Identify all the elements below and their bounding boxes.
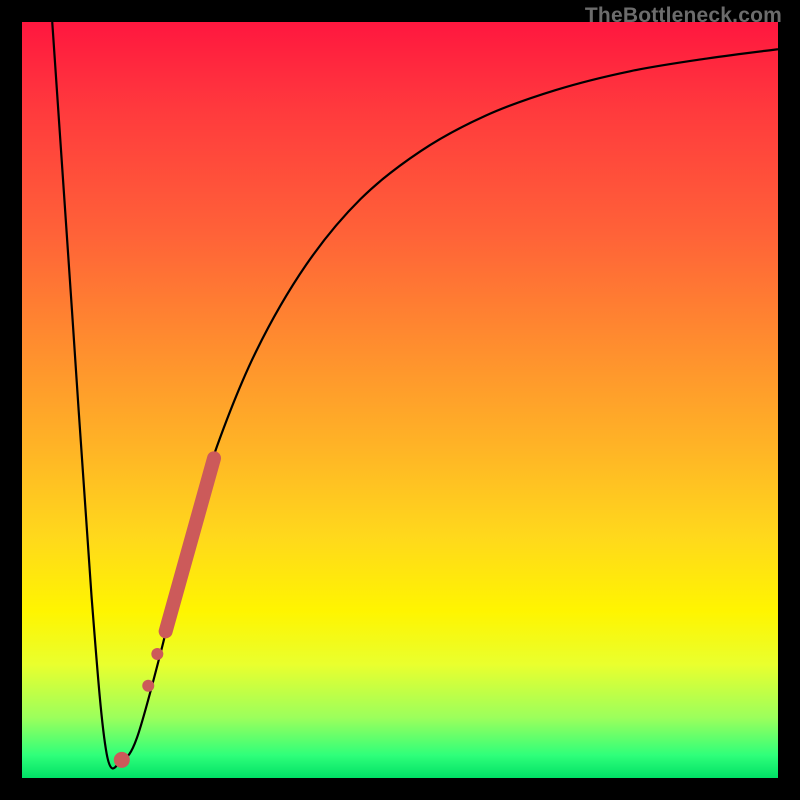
highlight-dot <box>114 752 130 768</box>
chart-svg <box>22 22 778 778</box>
highlight-dots-group <box>114 458 214 768</box>
chart-frame: TheBottleneck.com <box>0 0 800 800</box>
highlight-dot <box>142 680 154 692</box>
highlight-dot <box>151 648 163 660</box>
plot-area <box>22 22 778 778</box>
highlight-segment <box>166 458 214 631</box>
